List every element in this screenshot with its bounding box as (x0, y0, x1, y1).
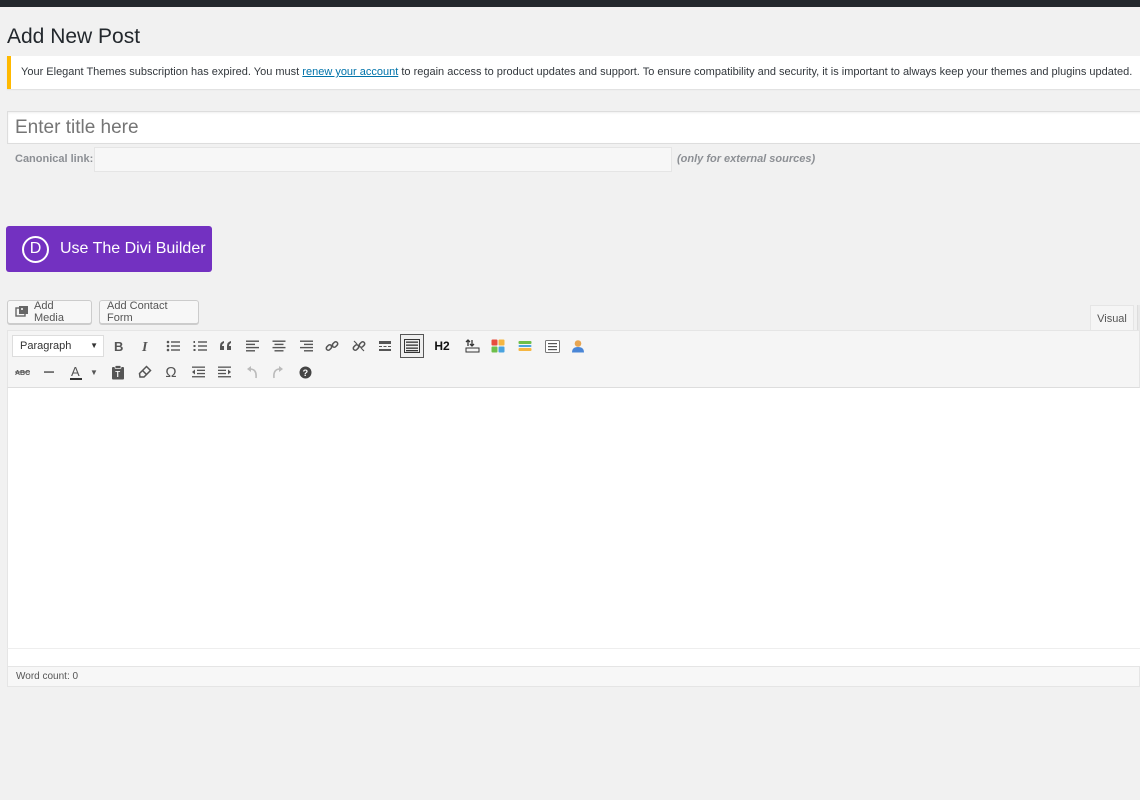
redo-icon (273, 366, 283, 379)
add-contact-form-label: Add Contact Form (107, 300, 168, 324)
clipboard-icon: T (112, 364, 124, 379)
canonical-link-label: Canonical link: (15, 153, 94, 165)
chevron-down-icon: ▼ (90, 341, 98, 350)
add-media-label: Add Media (34, 300, 64, 324)
bullet-list-button[interactable] (162, 335, 184, 357)
admin-bar (0, 0, 1140, 7)
align-center-button[interactable] (268, 335, 290, 357)
add-contact-form-button[interactable]: Add Contact Form (99, 300, 199, 324)
numbered-list-button[interactable] (189, 335, 211, 357)
blockquote-button[interactable] (215, 335, 237, 357)
strikethrough-icon: ABC (15, 370, 30, 377)
help-icon: ? (299, 366, 311, 378)
notice-text-after: to regain access to product updates and … (398, 66, 1133, 78)
svg-text:ABC: ABC (15, 370, 30, 377)
add-media-button[interactable]: Add Media (7, 300, 92, 324)
format-select[interactable]: Paragraph ▼ (12, 335, 104, 357)
svg-text:I: I (141, 340, 148, 353)
svg-text:T: T (115, 370, 120, 379)
page-break-button[interactable] (461, 335, 483, 357)
heading-2-button[interactable]: H2 (431, 335, 453, 357)
italic-button[interactable]: I (135, 335, 157, 357)
special-character-button[interactable]: Ω (160, 361, 182, 383)
keyboard-icon (404, 339, 420, 353)
link-icon (325, 341, 339, 351)
word-count: Word count: 0 (16, 671, 79, 682)
canonical-link-note: (only for external sources) (677, 153, 816, 165)
list-box-button[interactable] (541, 335, 563, 357)
editor-resize-area (7, 648, 1140, 666)
strikethrough-button[interactable]: ABC (12, 361, 34, 383)
align-right-icon (300, 340, 313, 352)
text-color-dropdown[interactable]: ▼ (88, 361, 100, 383)
format-select-value: Paragraph (20, 340, 72, 352)
outdent-icon (192, 366, 205, 378)
read-more-button[interactable] (374, 335, 396, 357)
indent-button[interactable] (214, 361, 236, 383)
text-color-icon: A (70, 364, 82, 380)
remove-link-button[interactable] (348, 335, 370, 357)
post-title-input[interactable] (7, 111, 1140, 144)
page-title: Add New Post (7, 25, 141, 48)
indent-icon (218, 366, 231, 378)
media-icon (15, 305, 29, 319)
list-box-icon (544, 339, 560, 353)
unlink-icon (352, 340, 366, 352)
outdent-button[interactable] (187, 361, 209, 383)
paste-as-text-button[interactable]: T (107, 361, 129, 383)
eraser-icon (138, 365, 152, 378)
divi-builder-label: Use The Divi Builder (60, 240, 206, 257)
numbered-list-icon (193, 341, 207, 351)
member-content-button[interactable] (567, 335, 589, 357)
align-center-icon (272, 340, 286, 352)
insert-link-button[interactable] (321, 335, 343, 357)
shortcodes-icon (491, 339, 505, 353)
align-left-button[interactable] (242, 335, 264, 357)
divider-stack-icon (518, 341, 532, 351)
bold-icon: B (114, 340, 123, 353)
user-icon (572, 340, 584, 353)
redo-button[interactable] (267, 361, 289, 383)
toolbar-toggle-button[interactable] (400, 334, 424, 358)
renew-account-link[interactable]: renew your account (302, 66, 398, 78)
subscription-notice: Your Elegant Themes subscription has exp… (7, 56, 1140, 89)
text-color-button[interactable]: A (64, 361, 88, 383)
chevron-down-icon: ▼ (90, 367, 98, 377)
italic-icon: I (141, 340, 148, 353)
read-more-icon (379, 341, 391, 351)
page-break-icon (465, 339, 479, 353)
use-divi-builder-button[interactable]: D Use The Divi Builder (6, 226, 212, 272)
bold-button[interactable]: B (108, 335, 130, 357)
undo-button[interactable] (241, 361, 263, 383)
canonical-link-input[interactable] (94, 147, 672, 172)
horizontal-line-button[interactable] (38, 361, 60, 383)
layout-divider-button[interactable] (514, 335, 536, 357)
notice-text-before: Your Elegant Themes subscription has exp… (21, 66, 303, 78)
svg-text:?: ? (302, 368, 308, 378)
keyboard-shortcuts-button[interactable]: ? (294, 361, 316, 383)
tab-visual[interactable]: Visual (1090, 305, 1134, 331)
word-count-bar: Word count: 0 (7, 666, 1140, 687)
divi-logo-icon: D (22, 235, 49, 263)
quote-icon (220, 341, 231, 350)
align-right-button[interactable] (295, 335, 317, 357)
align-left-icon (246, 340, 259, 352)
bullet-list-icon (166, 340, 180, 352)
clear-formatting-button[interactable] (134, 361, 156, 383)
editor-content-area[interactable] (7, 388, 1140, 648)
horizontal-line-icon (44, 371, 54, 373)
text-color-letter: A (71, 364, 80, 379)
undo-icon (247, 366, 257, 379)
svg-text:B: B (114, 340, 123, 353)
shortcodes-button[interactable] (487, 335, 509, 357)
